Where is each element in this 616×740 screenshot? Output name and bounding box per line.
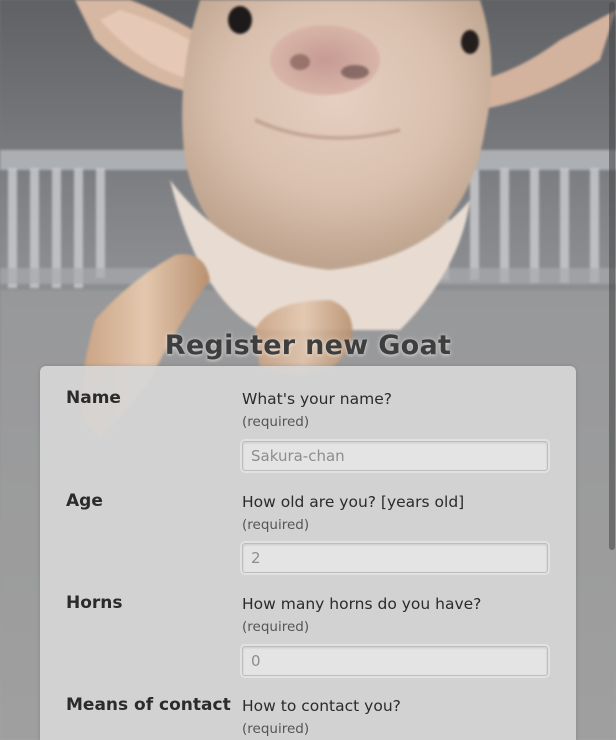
horns-required-note: (required) <box>242 619 310 635</box>
contact-required-note: (required) <box>242 721 310 737</box>
register-goat-form: Name What's your name? (required) Age Ho… <box>40 366 576 740</box>
contact-question: How to contact you? <box>242 697 401 715</box>
age-required-note: (required) <box>242 517 310 533</box>
horns-input[interactable] <box>242 646 548 676</box>
age-input[interactable] <box>242 543 548 573</box>
name-required-note: (required) <box>242 414 310 430</box>
scrollbar-thumb[interactable] <box>609 2 615 550</box>
name-input[interactable] <box>242 441 548 471</box>
vertical-scrollbar[interactable] <box>608 0 616 740</box>
horns-question: How many horns do you have? <box>242 595 482 613</box>
age-question: How old are you? [years old] <box>242 493 465 511</box>
name-label: Name <box>66 388 121 408</box>
page-viewport: Register new Goat Name What's your name?… <box>0 0 616 740</box>
age-label: Age <box>66 491 103 511</box>
contact-label: Means of contact <box>66 695 231 715</box>
horns-label: Horns <box>66 593 123 613</box>
name-question: What's your name? <box>242 390 392 408</box>
page-title: Register new Goat <box>164 330 452 362</box>
